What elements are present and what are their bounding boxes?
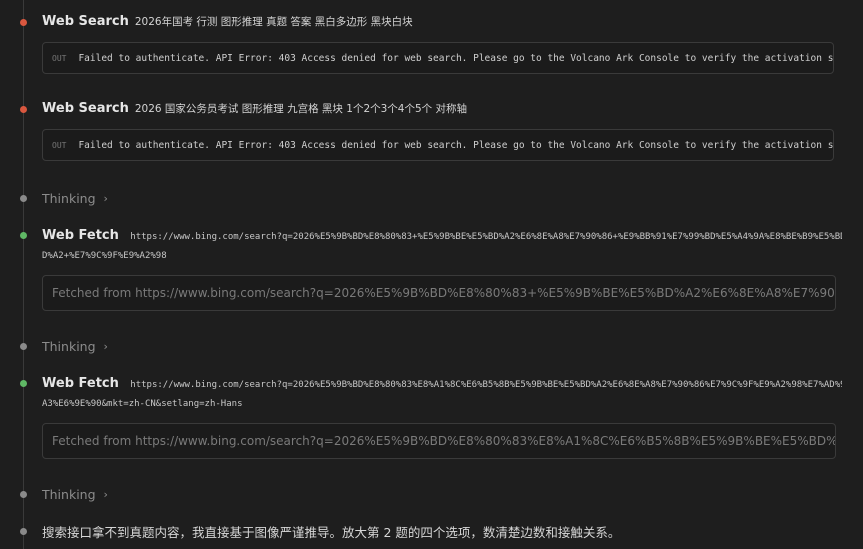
fetch-url-line-1: https://www.bing.com/search?q=2026%E5%9B… [130,380,842,390]
chevron-right-icon: › [103,340,108,353]
thinking-toggle[interactable]: Thinking › [42,191,108,206]
thinking-label: Thinking [42,339,96,354]
status-dot-success [20,232,27,239]
tool-name: Web Fetch [42,228,119,243]
output-tag: OUT [52,140,67,150]
fetch-url-line-2: D%A2+%E7%9C%9F%E9%A2%98 [42,251,167,261]
status-dot-neutral [20,528,27,535]
output-tag: OUT [52,53,67,63]
thinking-toggle[interactable]: Thinking › [42,487,108,502]
thinking-label: Thinking [42,487,96,502]
tool-output-box[interactable]: OUT Failed to authenticate. API Error: 4… [42,129,834,161]
tool-name: Web Search [42,14,129,29]
tool-output-box[interactable]: OUT Failed to authenticate. API Error: 4… [42,42,834,74]
fetch-url-line-1: https://www.bing.com/search?q=2026%E5%9B… [130,232,842,242]
tool-activity-timeline: Web Search 2026年国考 行测 图形推理 真题 答案 黑白多边形 黑… [0,0,863,549]
timeline-rail [23,0,24,549]
web-fetch-header: Web Fetch https://www.bing.com/search?q=… [42,373,842,415]
output-text: Failed to authenticate. API Error: 403 A… [78,52,834,64]
search-query: 2026年国考 行测 图形推理 真题 答案 黑白多边形 黑块白块 [134,16,413,28]
search-query: 2026 国家公务员考试 图形推理 九宫格 黑块 1个2个3个4个5个 对称轴 [134,103,468,115]
web-fetch-header: Web Fetch https://www.bing.com/search?q=… [42,225,842,267]
status-dot-success [20,380,27,387]
status-dot-error [20,106,27,113]
fetch-result-text: Fetched from https://www.bing.com/search… [52,434,836,448]
fetch-result-box[interactable]: Fetched from https://www.bing.com/search… [42,423,836,459]
web-search-header: Web Search 2026年国考 行测 图形推理 真题 答案 黑白多边形 黑… [42,14,413,29]
output-text: Failed to authenticate. API Error: 403 A… [78,139,834,151]
web-search-header: Web Search 2026 国家公务员考试 图形推理 九宫格 黑块 1个2个… [42,101,467,116]
status-dot-error [20,19,27,26]
assistant-message: 搜索接口拿不到真题内容，我直接基于图像严谨推导。放大第 2 题的四个选项，数清楚… [42,525,621,540]
status-dot-neutral [20,195,27,202]
thinking-toggle[interactable]: Thinking › [42,339,108,354]
status-dot-neutral [20,343,27,350]
tool-name: Web Fetch [42,376,119,391]
chevron-right-icon: › [103,192,108,205]
status-dot-neutral [20,491,27,498]
chevron-right-icon: › [103,488,108,501]
fetch-url-line-2: A3%E6%9E%90&mkt=zh-CN&setlang=zh-Hans [42,399,243,409]
thinking-label: Thinking [42,191,96,206]
tool-name: Web Search [42,101,129,116]
fetch-result-text: Fetched from https://www.bing.com/search… [52,286,836,300]
fetch-result-box[interactable]: Fetched from https://www.bing.com/search… [42,275,836,311]
